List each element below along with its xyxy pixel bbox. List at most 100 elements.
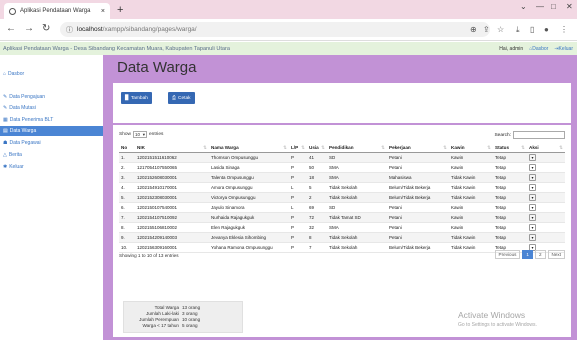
- table-cell: Belum/Tidak Bekerja: [387, 242, 449, 254]
- table-cell: L: [289, 182, 307, 193]
- table-cell-actions: ▾: [527, 212, 565, 224]
- table-row: 2. 1217054107550065 Lasida Sinaga P 50 SMA Pet…: [119, 162, 565, 173]
- column-header[interactable]: Pendidikan ⇅: [327, 143, 387, 153]
- table-cell-actions: ▾: [527, 162, 565, 173]
- tab-title: Aplikasi Pendataan Warga: [20, 8, 91, 14]
- print-button[interactable]: ⎙ Cetak: [168, 92, 195, 104]
- table-cell-actions: ▾: [527, 182, 565, 193]
- watermark-title: Activate Windows: [458, 310, 526, 320]
- row-action-dropdown-icon[interactable]: ▾: [529, 224, 536, 232]
- summary-row: Jumlah Laki-laki 3 orang: [146, 311, 198, 316]
- column-header[interactable]: Status ⇅: [493, 143, 527, 153]
- row-action-dropdown-icon[interactable]: ▾: [529, 214, 536, 222]
- share-icon[interactable]: ⇪: [483, 25, 490, 34]
- row-action-dropdown-icon[interactable]: ▾: [529, 234, 536, 242]
- reload-icon[interactable]: ↻: [42, 23, 50, 35]
- info-icon[interactable]: ⓘ: [66, 25, 73, 35]
- column-header[interactable]: L/P ⇅: [289, 143, 307, 153]
- column-header[interactable]: No: [119, 143, 135, 153]
- table-cell: Tetap: [493, 152, 527, 163]
- previous-page-button[interactable]: Previous: [494, 250, 521, 259]
- maximize-icon[interactable]: □: [551, 2, 556, 11]
- minimize-icon[interactable]: —: [536, 2, 544, 11]
- summary-row: Jumlah Perempuan 10 orang: [139, 317, 201, 322]
- column-header[interactable]: Kawin ⇅: [449, 143, 493, 153]
- column-header[interactable]: Aksi ⇅: [527, 143, 565, 153]
- add-button[interactable]: ▉ Tambah: [121, 92, 152, 104]
- table-panel: Show 10 ▾ entries Search: No NIK ⇅ Nama Wa…: [113, 125, 571, 337]
- sidebar-item-data-warga[interactable]: ▤ Data Warga: [0, 126, 103, 136]
- table-cell: Jayulo Sinamora: [209, 202, 289, 214]
- sidebar-item-label: Data Pengajuan: [9, 94, 46, 100]
- forward-icon[interactable]: →: [24, 23, 34, 35]
- sidebar-item-berita[interactable]: △ Berita: [0, 150, 103, 160]
- sidebar-item-data-penerima-blt[interactable]: ▦ Data Penerima BLT: [0, 115, 103, 125]
- download-icon[interactable]: ⤓: [516, 25, 520, 35]
- address-bar[interactable]: ⓘ localhost /xampp/sibandang/pages/warga…: [60, 22, 490, 37]
- sidebar-item-keluar[interactable]: ✱ Keluar: [0, 162, 103, 172]
- back-icon[interactable]: ←: [6, 23, 16, 35]
- table-cell: Tidak Kawin: [449, 182, 493, 193]
- browser-tab[interactable]: Aplikasi Pendataan Warga ×: [4, 3, 110, 19]
- table-cell: Tidak Tamat SD: [327, 212, 387, 224]
- column-header[interactable]: NIK ⇅: [135, 143, 209, 153]
- table-cell: Thomson Ompusunggu: [209, 152, 289, 163]
- table-cell: 1202155106810002: [135, 222, 209, 234]
- search-area: Search:: [494, 131, 565, 139]
- next-page-button[interactable]: Next: [547, 250, 565, 259]
- table-cell: P: [289, 172, 307, 183]
- main-content: Data Warga ▉ Tambah ⎙ Cetak Show 10 ▾ entri…: [103, 55, 577, 340]
- table-row: 1. 1202151511610062 Thomson Ompusunggu P 41 S…: [119, 152, 565, 163]
- search-input[interactable]: [513, 131, 565, 139]
- column-header[interactable]: Usia ⇅: [307, 143, 327, 153]
- table-cell-actions: ▾: [527, 202, 565, 214]
- table-cell: Kawin: [449, 152, 493, 163]
- row-action-dropdown-icon[interactable]: ▾: [529, 173, 536, 181]
- row-action-dropdown-icon[interactable]: ▾: [529, 204, 536, 212]
- star-icon[interactable]: ☆: [497, 25, 504, 34]
- sidebar-item-label: Data Mutasi: [9, 105, 36, 111]
- sidebar-item-data-pegawai[interactable]: ☗ Data Pegawai: [0, 138, 103, 148]
- header-logout-link[interactable]: ⇥Keluar: [554, 46, 573, 52]
- page-1-button[interactable]: 1: [522, 250, 533, 259]
- header-dashboard-link[interactable]: ⌂Dasbor: [529, 46, 548, 52]
- sidebar-item-dasbor[interactable]: ⌂ Dasbor: [0, 69, 103, 79]
- sidebar-item-label: Data Penerima BLT: [9, 117, 54, 123]
- file-icon: ▉: [125, 95, 129, 101]
- row-action-dropdown-icon[interactable]: ▾: [529, 163, 536, 171]
- new-tab-button[interactable]: +: [117, 3, 123, 17]
- chevron-down-icon[interactable]: ⌄: [520, 2, 527, 11]
- watermark-subtitle: Go to Settings to activate Windows.: [458, 322, 537, 328]
- table-cell: Petani: [387, 232, 449, 244]
- table-cell: Petani: [387, 202, 449, 214]
- table-cell: Kawin: [449, 162, 493, 173]
- column-header[interactable]: Pekerjaan ⇅: [387, 143, 449, 153]
- user-greeting: Hai, admin: [499, 46, 524, 52]
- close-window-icon[interactable]: ✕: [566, 2, 573, 11]
- add-button-label: Tambah: [130, 95, 148, 101]
- profile-icon[interactable]: ●: [544, 25, 549, 34]
- row-action-dropdown-icon[interactable]: ▾: [529, 183, 536, 191]
- table-cell: Tidak Kawin: [449, 232, 493, 244]
- table-cell: Belum/Tidak Bekerja: [387, 182, 449, 193]
- sidebar-item-data-pengajuan[interactable]: ✎ Data Pengajuan: [0, 92, 103, 102]
- page-2-button[interactable]: 2: [534, 250, 546, 259]
- sidebar-item-data-mutasi[interactable]: ✎ Data Mutasi: [0, 103, 103, 113]
- row-action-dropdown-icon[interactable]: ▾: [529, 153, 536, 161]
- column-header[interactable]: Nama Warga ⇅: [209, 143, 289, 153]
- row-action-dropdown-icon[interactable]: ▾: [529, 193, 536, 201]
- sidebar: ⌂ Dasbor ✎ Data Pengajuan ✎ Data Mutasi ▦ Da…: [0, 55, 103, 340]
- entries-select[interactable]: 10 ▾: [133, 131, 147, 138]
- zoom-icon[interactable]: ⊕: [470, 25, 477, 34]
- activate-windows-watermark: Activate Windows Go to Settings to activ…: [458, 310, 537, 328]
- sidebar-item-label: Dasbor: [8, 71, 25, 77]
- table-cell-actions: ▾: [527, 222, 565, 234]
- close-tab-icon[interactable]: ×: [101, 8, 105, 15]
- chevron-down-icon: ▾: [142, 131, 145, 137]
- table-cell: Petani: [387, 222, 449, 234]
- browser-tab-bar: Aplikasi Pendataan Warga × + ⌄ — □ ✕: [0, 0, 577, 19]
- menu-icon[interactable]: ⋮: [560, 25, 568, 34]
- extension-icon[interactable]: ▯: [530, 25, 534, 34]
- table-cell: Tidak Sekolah: [327, 242, 387, 254]
- table-row: 7. 1202154107510092 Nurhaida Rajagukguk P 72…: [119, 212, 565, 224]
